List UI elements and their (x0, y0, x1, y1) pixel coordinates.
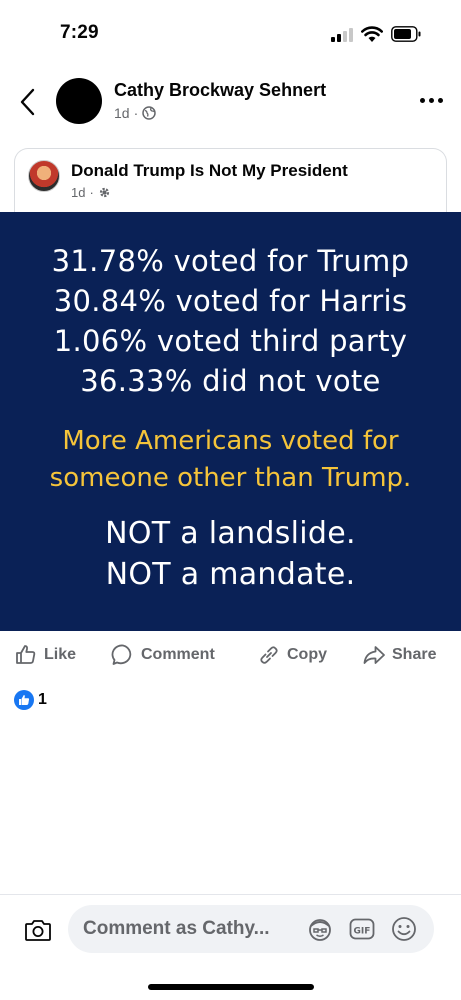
emoji-icon[interactable] (390, 915, 418, 943)
share-label: Share (392, 646, 437, 663)
group-name[interactable]: Donald Trump Is Not My President (71, 161, 348, 181)
status-bar: 7:29 (0, 0, 461, 66)
callout-text: More Americans voted for someone other t… (0, 423, 461, 497)
meta-separator: · (89, 185, 94, 200)
shared-post-timestamp[interactable]: 1d (71, 185, 85, 200)
comment-button[interactable]: Comment (111, 640, 215, 670)
post-meta: 1d · (114, 105, 156, 121)
comment-input[interactable]: Comment as Cathy... GIF (68, 905, 434, 953)
thumbs-up-icon (16, 645, 36, 664)
post-actions: Like Comment Copy Share (0, 640, 461, 670)
share-arrow-icon (363, 646, 385, 664)
stat-line: 30.84% voted for Harris (53, 284, 408, 318)
stat-line: 1.06% voted third party (53, 324, 408, 358)
svg-text:GIF: GIF (354, 927, 371, 937)
stat-line: 31.78% voted for Trump (51, 244, 410, 278)
signal-bars-icon (331, 28, 353, 42)
closing-line: NOT a landslide. (105, 516, 356, 551)
comment-bubble-icon (111, 644, 132, 665)
reaction-count: 1 (38, 691, 47, 708)
comment-placeholder: Comment as Cathy... (83, 918, 270, 939)
callout-line: someone other than Trump. (49, 463, 412, 493)
status-time: 7:29 (60, 22, 99, 43)
closing-text: NOT a landslide. NOT a mandate. (0, 513, 461, 595)
settings-icon (99, 187, 109, 198)
reaction-summary[interactable]: 1 (14, 690, 47, 710)
post-timestamp[interactable]: 1d (114, 105, 130, 121)
copy-button[interactable]: Copy (257, 640, 327, 670)
author-avatar[interactable] (56, 78, 102, 124)
shared-post-meta: 1d · (71, 185, 111, 200)
copy-label: Copy (287, 646, 327, 663)
comment-label: Comment (141, 646, 215, 663)
globe-icon (142, 106, 156, 120)
gif-icon[interactable]: GIF (348, 915, 376, 943)
home-indicator (148, 984, 314, 990)
battery-icon (391, 26, 421, 42)
group-avatar[interactable] (28, 160, 60, 192)
meta-separator: · (133, 105, 139, 121)
like-button[interactable]: Like (14, 640, 76, 670)
like-label: Like (44, 646, 77, 663)
post-image[interactable]: 31.78% voted for Trump 30.84% voted for … (0, 212, 461, 631)
callout-line: More Americans voted for (62, 426, 399, 456)
voting-stats: 31.78% voted for Trump 30.84% voted for … (0, 241, 461, 401)
link-icon (260, 646, 278, 664)
back-arrow-icon[interactable] (18, 88, 38, 116)
camera-icon[interactable] (24, 917, 52, 943)
more-options-icon[interactable] (419, 92, 445, 108)
comment-composer: Comment as Cathy... GIF (0, 894, 461, 1000)
closing-line: NOT a mandate. (105, 557, 356, 592)
share-button[interactable]: Share (362, 640, 436, 670)
like-reaction-icon (14, 690, 34, 710)
author-name[interactable]: Cathy Brockway Sehnert (114, 80, 326, 101)
stat-line: 36.33% did not vote (80, 364, 381, 398)
avatar-sticker-icon[interactable] (306, 915, 334, 943)
wifi-icon (361, 26, 383, 42)
